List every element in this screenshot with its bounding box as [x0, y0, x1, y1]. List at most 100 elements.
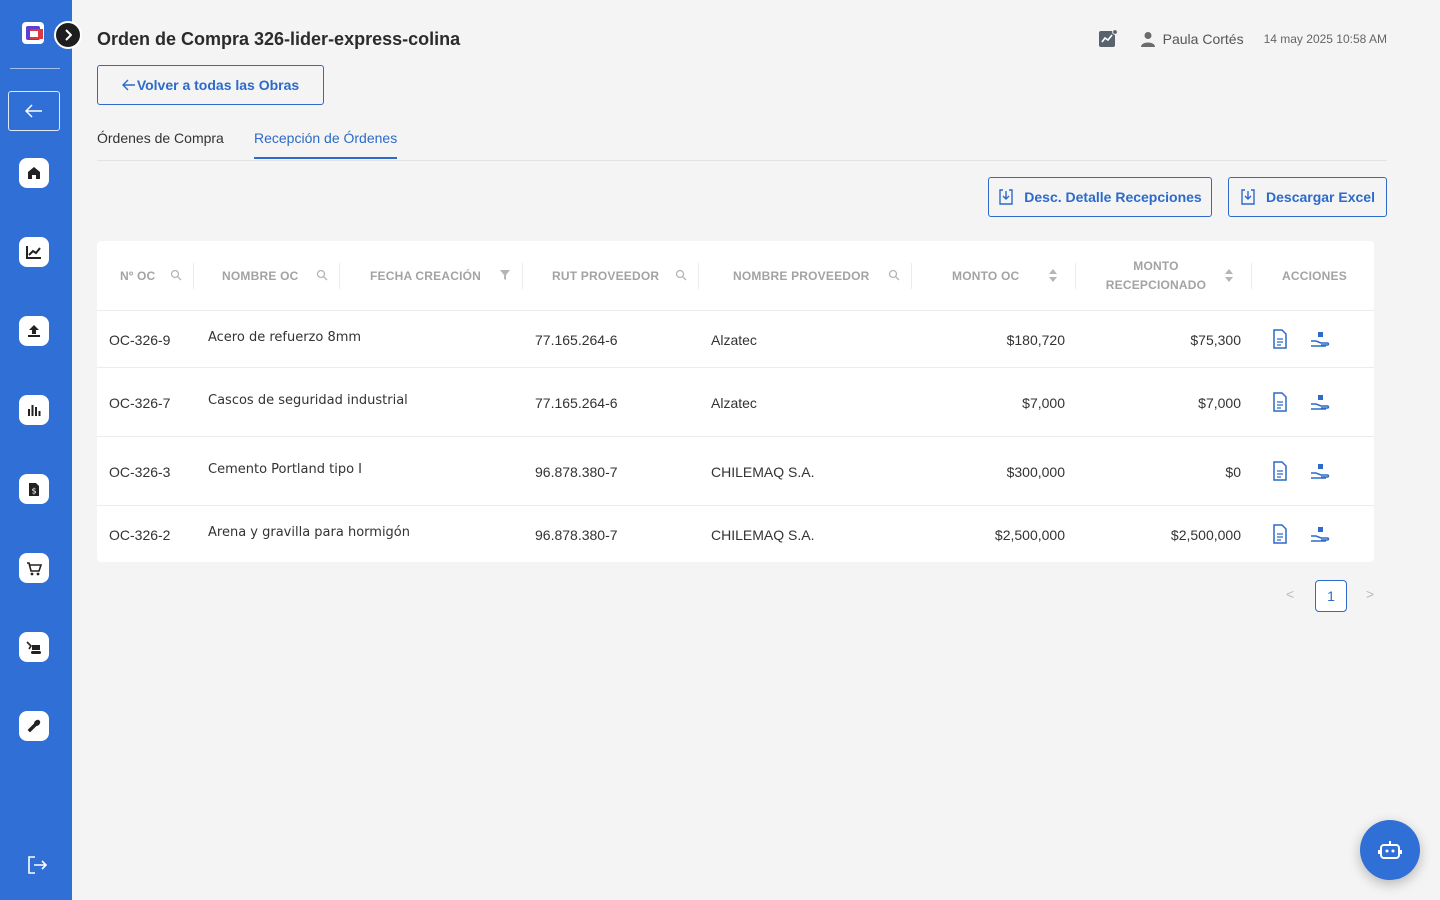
excavator-icon — [26, 640, 41, 654]
download-icon — [999, 189, 1013, 205]
sidebar-item-upload[interactable] — [19, 316, 49, 346]
pagination-next[interactable]: > — [1366, 586, 1374, 602]
user-icon — [1140, 32, 1155, 47]
download-details-button[interactable]: Desc. Detalle Recepciones — [988, 177, 1212, 217]
download-excel-button[interactable]: Descargar Excel — [1228, 177, 1387, 217]
cell-provider: CHILEMAQ S.A. — [711, 527, 815, 543]
header-separator — [698, 263, 699, 289]
analytics-button[interactable] — [1097, 28, 1119, 50]
cell-received: $2,500,000 — [1170, 527, 1241, 543]
sidebar-item-purchases[interactable] — [19, 553, 49, 583]
search-icon[interactable] — [675, 269, 687, 281]
filter-icon[interactable] — [499, 269, 511, 281]
cell-oc: OC-326-9 — [109, 332, 171, 348]
sidebar-item-settings[interactable] — [19, 711, 49, 741]
sidebar-item-home[interactable] — [19, 158, 49, 188]
header-amount[interactable]: MONTO OC — [952, 241, 1019, 311]
upload-icon — [28, 325, 40, 337]
analytics-icon — [1098, 29, 1118, 47]
page-title: Orden de Compra 326-lider-express-colina — [97, 29, 461, 49]
cell-name: Acero de refuerzo 8mm — [208, 330, 362, 345]
logout-icon — [28, 856, 48, 874]
table-row: OC-326-3 Cemento Portland tipo I 96.878.… — [97, 437, 1374, 506]
back-to-projects-button[interactable]: Volver a todas las Obras — [97, 65, 324, 105]
header-separator — [1251, 263, 1252, 289]
svg-text:$: $ — [31, 486, 36, 495]
tabs: Órdenes de Compra Recepción de Órdenes — [97, 127, 1387, 161]
sidebar-collapse-button[interactable] — [54, 21, 82, 49]
cell-provider: Alzatec — [711, 332, 757, 348]
cell-amount: $2,500,000 — [994, 527, 1065, 543]
header-separator — [911, 263, 912, 289]
header-rut[interactable]: RUT PROVEEDOR — [552, 241, 659, 311]
cart-icon — [27, 561, 42, 575]
header-separator — [522, 263, 523, 289]
tab-recepcion-ordenes[interactable]: Recepción de Órdenes — [254, 130, 398, 159]
chatbot-button[interactable] — [1360, 820, 1420, 880]
receive-icon[interactable] — [1310, 392, 1330, 412]
table-row: OC-326-9 Acero de refuerzo 8mm 77.165.26… — [97, 311, 1374, 368]
back-to-projects-label: Volver a todas las Obras — [136, 77, 300, 93]
header-received[interactable]: MONTO RECEPCIONADO — [1100, 241, 1212, 311]
table-row: OC-326-7 Cascos de seguridad industrial … — [97, 368, 1374, 437]
cell-provider: CHILEMAQ S.A. — [711, 464, 815, 480]
user-menu[interactable]: Paula Cortés — [1140, 31, 1244, 47]
cell-received: $0 — [1225, 464, 1241, 480]
header-oc[interactable]: Nº OC — [120, 241, 155, 311]
sidebar-divider — [10, 68, 60, 69]
cell-received: $75,300 — [1190, 332, 1241, 348]
sidebar-item-machinery[interactable] — [19, 632, 49, 662]
table-row: OC-326-2 Arena y gravilla para hormigón … — [97, 506, 1374, 562]
cell-provider: Alzatec — [711, 395, 757, 411]
receive-icon[interactable] — [1310, 329, 1330, 349]
tab-ordenes-compra[interactable]: Órdenes de Compra — [97, 130, 224, 157]
search-icon[interactable] — [170, 269, 182, 281]
header-name[interactable]: NOMBRE OC — [222, 241, 298, 311]
current-datetime: 14 may 2025 10:58 AM — [1263, 32, 1387, 46]
robot-icon — [1378, 841, 1402, 859]
download-details-label: Desc. Detalle Recepciones — [1024, 189, 1202, 205]
chart-line-icon — [26, 246, 41, 259]
cell-amount: $180,720 — [1006, 332, 1065, 348]
sidebar-item-reports[interactable] — [19, 395, 49, 425]
document-icon[interactable] — [1270, 329, 1290, 349]
header-date[interactable]: FECHA CREACIÓN — [370, 241, 481, 311]
receive-icon[interactable] — [1310, 461, 1330, 481]
cell-amount: $7,000 — [1022, 395, 1065, 411]
cell-rut: 96.878.380-7 — [535, 464, 618, 480]
receive-icon[interactable] — [1310, 524, 1330, 544]
chevron-right-icon — [65, 29, 72, 41]
search-icon[interactable] — [888, 269, 900, 281]
receptions-table: Nº OC NOMBRE OC FECHA CREACIÓN RUT PROVE… — [97, 241, 1374, 562]
cell-rut: 77.165.264-6 — [535, 332, 618, 348]
header-actions: ACCIONES — [1282, 268, 1347, 283]
document-icon[interactable] — [1270, 524, 1290, 544]
arrow-left-icon — [121, 79, 135, 91]
app-logo — [22, 22, 44, 44]
sidebar-item-invoices[interactable]: $ — [19, 474, 49, 504]
header-separator — [339, 263, 340, 289]
sort-icon[interactable] — [1224, 268, 1234, 283]
sidebar-back-button[interactable] — [8, 91, 60, 131]
pagination-prev[interactable]: < — [1286, 586, 1294, 602]
download-excel-label: Descargar Excel — [1266, 189, 1375, 205]
cell-name: Arena y gravilla para hormigón — [208, 525, 410, 540]
home-icon — [28, 167, 40, 179]
sidebar-item-dashboard[interactable] — [19, 237, 49, 267]
header-provider[interactable]: NOMBRE PROVEEDOR — [733, 241, 870, 311]
sidebar: $ — [0, 0, 72, 900]
header-right: Paula Cortés 14 may 2025 10:58 AM — [1097, 28, 1387, 50]
document-icon[interactable] — [1270, 461, 1290, 481]
search-icon[interactable] — [316, 269, 328, 281]
cell-amount: $300,000 — [1006, 464, 1065, 480]
cell-oc: OC-326-3 — [109, 464, 171, 480]
bar-chart-icon — [28, 405, 41, 416]
cell-oc: OC-326-2 — [109, 527, 171, 543]
cell-name: Cemento Portland tipo I — [208, 462, 363, 477]
logout-button[interactable] — [24, 852, 50, 878]
user-name: Paula Cortés — [1162, 31, 1244, 47]
sort-icon[interactable] — [1048, 268, 1058, 283]
pagination-page[interactable]: 1 — [1315, 580, 1347, 612]
document-icon[interactable] — [1270, 392, 1290, 412]
header-separator — [193, 263, 194, 289]
